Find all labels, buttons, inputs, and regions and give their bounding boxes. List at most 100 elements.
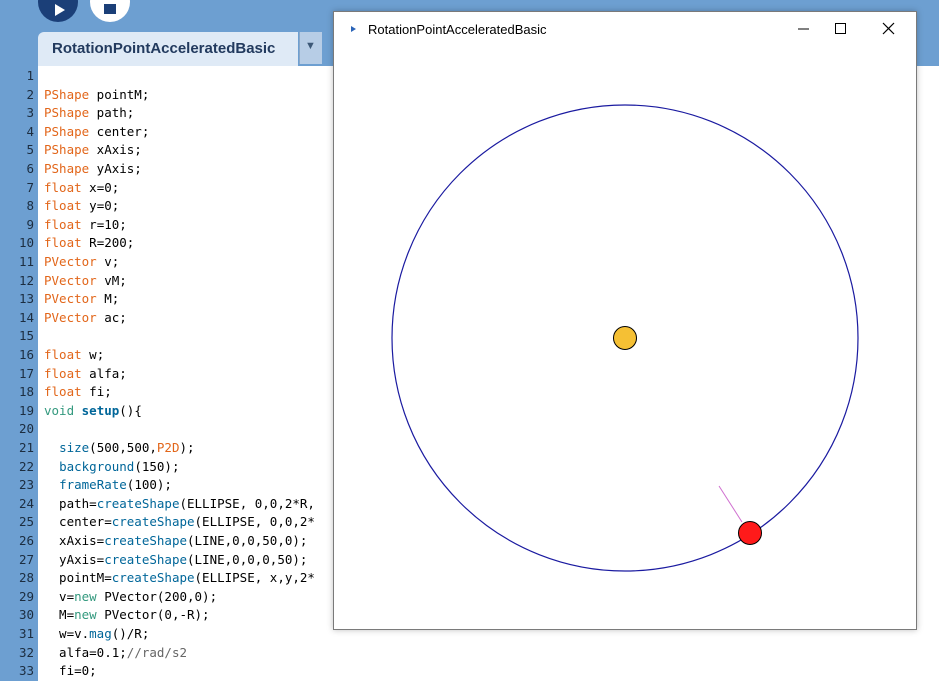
code-line[interactable]: w=v.mag()/R; bbox=[44, 625, 149, 644]
line-number: 5 bbox=[26, 142, 34, 158]
line-number: 27 bbox=[18, 551, 34, 567]
sketch-canvas bbox=[391, 104, 859, 572]
maximize-button[interactable] bbox=[826, 12, 872, 46]
code-line[interactable]: float w; bbox=[44, 346, 104, 365]
code-line[interactable]: center=createShape(ELLIPSE, 0,0,2* bbox=[44, 513, 315, 532]
code-line[interactable]: PVector v; bbox=[44, 253, 119, 272]
code-line[interactable]: alfa=0.1;//rad/s2 bbox=[44, 644, 187, 663]
window-titlebar[interactable]: RotationPointAcceleratedBasic bbox=[334, 12, 916, 46]
line-number: 29 bbox=[18, 588, 34, 604]
close-icon bbox=[882, 22, 895, 35]
code-line[interactable]: background(150); bbox=[44, 458, 179, 477]
code-line[interactable]: PShape yAxis; bbox=[44, 160, 142, 179]
code-line[interactable]: PShape xAxis; bbox=[44, 141, 142, 160]
code-token: (ELLIPSE, 0,0,2*R, bbox=[179, 495, 315, 511]
code-line[interactable]: float alfa; bbox=[44, 365, 127, 384]
code-token: path; bbox=[89, 105, 135, 121]
code-token: PVector bbox=[44, 309, 97, 325]
line-number: 20 bbox=[18, 421, 34, 437]
line-number: 17 bbox=[18, 365, 34, 381]
code-token: alfa; bbox=[81, 365, 127, 381]
code-line[interactable]: PVector ac; bbox=[44, 309, 127, 328]
line-number: 12 bbox=[18, 272, 34, 288]
code-token: new bbox=[74, 607, 97, 623]
code-token: R=200; bbox=[81, 235, 135, 251]
code-token: P2D bbox=[156, 440, 180, 455]
maximize-icon bbox=[835, 23, 846, 34]
line-number: 24 bbox=[18, 495, 34, 511]
line-number: 10 bbox=[18, 235, 34, 251]
line-number: 19 bbox=[18, 402, 34, 418]
code-line[interactable]: PVector vM; bbox=[44, 272, 127, 291]
line-number: 1 bbox=[26, 68, 34, 83]
code-token: v; bbox=[96, 254, 120, 269]
line-number: 31 bbox=[18, 626, 34, 641]
code-token: PVector(200,0); bbox=[96, 588, 218, 604]
minimize-button[interactable] bbox=[780, 12, 826, 46]
code-line[interactable]: frameRate(100); bbox=[44, 476, 172, 495]
code-token: alfa=0.1; bbox=[44, 644, 127, 660]
tab-sketch[interactable]: RotationPointAcceleratedBasic bbox=[38, 32, 298, 66]
close-button[interactable] bbox=[872, 12, 918, 46]
sketch-window[interactable]: RotationPointAcceleratedBasic bbox=[333, 11, 917, 630]
code-line[interactable]: xAxis=createShape(LINE,0,0,50,0); bbox=[44, 532, 307, 551]
code-token: (){ bbox=[119, 402, 142, 418]
line-number: 11 bbox=[18, 254, 34, 269]
code-line[interactable]: PVector M; bbox=[44, 290, 119, 309]
code-token: v= bbox=[44, 588, 75, 604]
processing-arrow-icon bbox=[351, 26, 356, 32]
code-line[interactable]: fi=0; bbox=[44, 662, 97, 681]
code-line[interactable]: float x=0; bbox=[44, 179, 119, 198]
code-line[interactable]: float y=0; bbox=[44, 197, 119, 216]
code-token: float bbox=[44, 365, 82, 381]
code-token: w; bbox=[81, 347, 105, 362]
code-line[interactable]: M=new PVector(0,-R); bbox=[44, 606, 210, 625]
line-number: 26 bbox=[18, 533, 34, 548]
code-line[interactable]: path=createShape(ELLIPSE, 0,0,2*R, bbox=[44, 495, 315, 514]
code-token: xAxis; bbox=[89, 142, 142, 158]
line-number: 28 bbox=[18, 570, 34, 586]
code-line[interactable]: void setup(){ bbox=[44, 402, 142, 421]
line-number: 13 bbox=[18, 291, 34, 307]
run-button[interactable] bbox=[38, 0, 78, 22]
code-token: x=0; bbox=[81, 179, 120, 195]
code-token: PShape bbox=[44, 161, 90, 176]
line-number: 16 bbox=[18, 347, 34, 362]
code-token: float bbox=[44, 384, 82, 400]
code-token: background bbox=[59, 458, 135, 474]
code-token: path= bbox=[44, 495, 97, 511]
code-token: PShape bbox=[44, 86, 90, 102]
code-token: (500,500, bbox=[89, 440, 157, 455]
code-line[interactable]: pointM=createShape(ELLIPSE, x,y,2* bbox=[44, 569, 315, 588]
code-token: vM; bbox=[96, 272, 127, 288]
code-line[interactable]: v=new PVector(200,0); bbox=[44, 588, 217, 607]
line-number: 33 bbox=[18, 663, 34, 679]
code-line[interactable]: size(500,500,P2D); bbox=[44, 439, 194, 458]
line-number: 32 bbox=[18, 644, 34, 660]
code-line[interactable]: PShape path; bbox=[44, 104, 134, 123]
line-number: 21 bbox=[18, 440, 34, 455]
code-line[interactable]: float fi; bbox=[44, 383, 112, 402]
code-token: M= bbox=[44, 607, 75, 623]
code-line[interactable]: PShape pointM; bbox=[44, 86, 149, 105]
code-line[interactable]: yAxis=createShape(LINE,0,0,0,50); bbox=[44, 551, 307, 570]
code-line[interactable]: float R=200; bbox=[44, 234, 134, 253]
code-line[interactable]: PShape center; bbox=[44, 123, 149, 142]
code-token: w=v. bbox=[44, 626, 90, 641]
line-number: 4 bbox=[26, 123, 34, 139]
tab-menu-button[interactable]: ▼ bbox=[299, 32, 322, 64]
line-number: 18 bbox=[18, 384, 34, 400]
code-token: xAxis= bbox=[44, 533, 105, 548]
code-token: setup bbox=[81, 402, 120, 418]
code-token: createShape bbox=[104, 533, 188, 548]
code-line[interactable]: float r=10; bbox=[44, 216, 127, 235]
stop-button[interactable] bbox=[90, 0, 130, 22]
code-token: yAxis; bbox=[89, 161, 142, 176]
code-token: fi; bbox=[81, 384, 112, 400]
line-number: 25 bbox=[18, 514, 34, 530]
code-token: size bbox=[59, 440, 90, 455]
code-token: PVector bbox=[44, 272, 97, 288]
line-number: 6 bbox=[26, 161, 34, 176]
